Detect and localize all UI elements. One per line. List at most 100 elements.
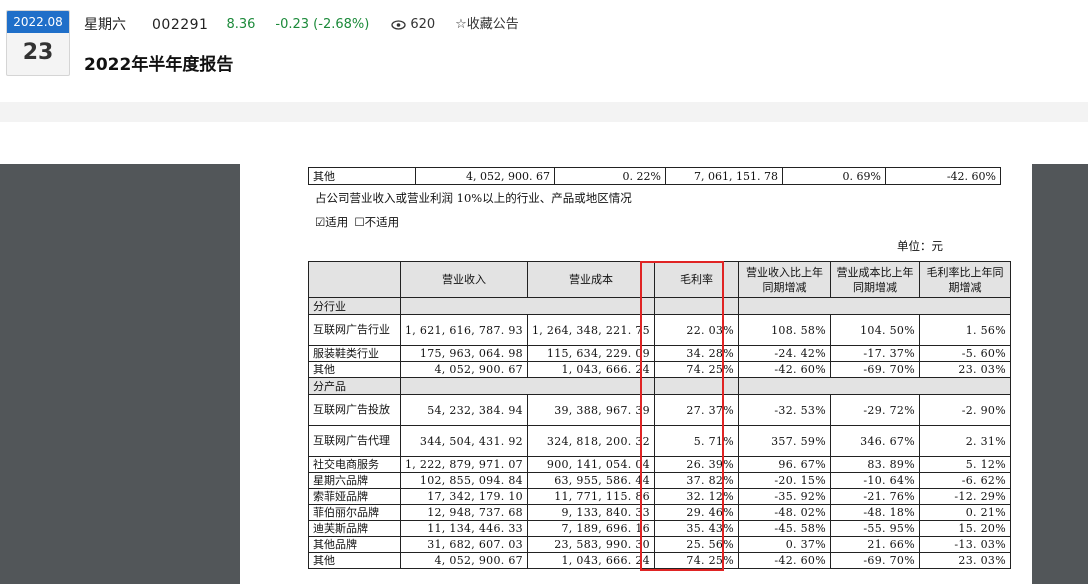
cell-rev-chg: 108. 58%	[737, 314, 831, 346]
date-month: 2022.08	[7, 11, 69, 33]
header-cell: 营业成本	[526, 261, 655, 298]
cell-margin-chg: 15. 20%	[918, 520, 1011, 537]
row-label: 互联网广告行业	[308, 314, 401, 346]
cell-revenue: 175, 963, 064. 98	[400, 345, 528, 362]
table-row: 互联网广告代理 344, 504, 431. 92 324, 818, 200. 3…	[308, 425, 1011, 457]
cell-revenue: 1, 621, 616, 787. 93	[400, 314, 528, 346]
table-row: 社交电商服务 1, 222, 879, 971. 07 900, 141, 054.…	[308, 456, 1011, 473]
applicable-option: ☑适用	[315, 215, 349, 229]
cell-margin: 37. 82%	[653, 472, 739, 489]
cell-margin: 29. 46%	[653, 504, 739, 521]
cell-revenue: 4, 052, 900. 67	[400, 552, 528, 569]
stock-price: 8.36	[226, 17, 256, 32]
row-label: 星期六品牌	[308, 472, 401, 489]
cell-margin-chg: -6. 62%	[918, 472, 1011, 489]
table-cell: 其他	[308, 167, 416, 185]
section-title: 分行业	[308, 297, 401, 315]
cell-margin-chg: 2. 31%	[918, 425, 1011, 457]
cell-rev-chg: -35. 92%	[737, 488, 831, 505]
cell-rev-chg: -45. 58%	[737, 520, 831, 537]
header-cell: 营业收入比上年同期增减	[737, 261, 831, 298]
report-title: 2022年半年度报告	[84, 55, 234, 75]
cell-cost: 1, 043, 666. 24	[526, 361, 655, 378]
cell-cost: 1, 264, 348, 221. 75	[526, 314, 655, 346]
cell-revenue: 344, 504, 431. 92	[400, 425, 528, 457]
section-fill	[400, 377, 655, 395]
cell-margin-chg: 23. 03%	[918, 361, 1011, 378]
view-count: 620	[391, 14, 435, 36]
cell-cost-chg: -48. 18%	[829, 504, 920, 521]
cell-cost-chg: -10. 64%	[829, 472, 920, 489]
cell-margin: 26. 39%	[653, 456, 739, 473]
header-cell	[308, 261, 401, 298]
stock-code-link[interactable]: 002291	[152, 14, 208, 36]
cell-cost-chg: 346. 67%	[829, 425, 920, 457]
cell-margin: 74. 25%	[653, 361, 739, 378]
cell-margin-chg: -2. 90%	[918, 394, 1011, 426]
cell-cost-chg: -21. 76%	[829, 488, 920, 505]
spacer	[0, 122, 1088, 164]
cell-cost: 324, 818, 200. 32	[526, 425, 655, 457]
cell-margin-chg: 0. 21%	[918, 504, 1011, 521]
cell-rev-chg: -42. 60%	[737, 361, 831, 378]
favorite-button[interactable]: ☆收藏公告	[455, 14, 519, 36]
cell-margin-chg: 5. 12%	[918, 456, 1011, 473]
row-label: 迪芙斯品牌	[308, 520, 401, 537]
revenue-table: 营业收入 营业成本 毛利率 营业收入比上年同期增减 营业成本比上年同期增减 毛利…	[308, 261, 1011, 569]
stock-meta-row: 星期六 002291 8.36 -0.23 (-2.68%) 620 ☆收藏公告	[84, 14, 519, 36]
cell-cost: 900, 141, 054. 04	[526, 456, 655, 473]
cell-margin: 35. 43%	[653, 520, 739, 537]
table-cell: -42. 60%	[885, 167, 1001, 185]
table-row: 菲伯丽尔品牌 12, 948, 737. 68 9, 133, 840. 33 29.…	[308, 504, 1011, 521]
table-cell: 7, 061, 151. 78	[665, 167, 783, 185]
section-note: 占公司营业收入或营业利润 10%以上的行业、产品或地区情况	[315, 191, 632, 205]
cell-revenue: 12, 948, 737. 68	[400, 504, 528, 521]
row-label: 其他	[308, 552, 401, 569]
cell-cost: 9, 133, 840. 33	[526, 504, 655, 521]
previous-table-tail: 其他 4, 052, 900. 67 0. 22% 7, 061, 151. 7…	[308, 167, 1001, 185]
applicability-row: ☑适用 ☐不适用	[315, 214, 405, 230]
cell-margin-chg: 23. 03%	[918, 552, 1011, 569]
table-row: 互联网广告行业 1, 621, 616, 787. 93 1, 264, 348, …	[308, 314, 1011, 346]
cell-cost-chg: -69. 70%	[829, 552, 920, 569]
cell-cost-chg: -69. 70%	[829, 361, 920, 378]
cell-margin: 5. 71%	[653, 425, 739, 457]
cell-margin: 34. 28%	[653, 345, 739, 362]
cell-margin-chg: -5. 60%	[918, 345, 1011, 362]
cell-revenue: 54, 232, 384. 94	[400, 394, 528, 426]
cell-cost-chg: 21. 66%	[829, 536, 920, 553]
cell-margin: 25. 56%	[653, 536, 739, 553]
table-row: 服装鞋类行业 175, 963, 064. 98 115, 634, 229. 09…	[308, 345, 1011, 362]
cell-cost-chg: -29. 72%	[829, 394, 920, 426]
row-label: 互联网广告投放	[308, 394, 401, 426]
stock-change: -0.23 (-2.68%)	[275, 17, 370, 32]
divider-band	[0, 102, 1088, 122]
cell-cost: 1, 043, 666. 24	[526, 552, 655, 569]
cell-margin-chg: -13. 03%	[918, 536, 1011, 553]
table-header-row: 营业收入 营业成本 毛利率 营业收入比上年同期增减 营业成本比上年同期增减 毛利…	[308, 261, 1011, 298]
pdf-page: 其他 4, 052, 900. 67 0. 22% 7, 061, 151. 7…	[240, 164, 1032, 584]
table-row: 迪芙斯品牌 11, 134, 446. 33 7, 189, 696. 16 35. …	[308, 520, 1011, 537]
header-cell: 营业收入	[400, 261, 528, 298]
section-row: 分产品	[308, 377, 1011, 395]
table-row: 互联网广告投放 54, 232, 384. 94 39, 388, 967. 39 2…	[308, 394, 1011, 426]
unit-label: 单位：元	[897, 239, 943, 253]
table-row: 星期六品牌 102, 855, 094. 84 63, 955, 586. 44 37…	[308, 472, 1011, 489]
cell-margin-chg: -12. 29%	[918, 488, 1011, 505]
cell-rev-chg: -32. 53%	[737, 394, 831, 426]
cell-margin: 74. 25%	[653, 552, 739, 569]
table-row: 其他 4, 052, 900. 67 1, 043, 666. 24 74. 25% -…	[308, 361, 1011, 378]
table-cell: 0. 22%	[554, 167, 666, 185]
cell-rev-chg: -42. 60%	[737, 552, 831, 569]
cell-cost: 115, 634, 229. 09	[526, 345, 655, 362]
section-title: 分产品	[308, 377, 401, 395]
not-applicable-option: ☐不适用	[354, 215, 400, 229]
row-label: 社交电商服务	[308, 456, 401, 473]
cell-rev-chg: 96. 67%	[737, 456, 831, 473]
announcement-header: 2022.08 23 星期六 002291 8.36 -0.23 (-2.68%…	[0, 0, 1088, 102]
row-label: 服装鞋类行业	[308, 345, 401, 362]
stock-name-link[interactable]: 星期六	[84, 14, 126, 36]
row-label: 索菲娅品牌	[308, 488, 401, 505]
cell-margin: 27. 37%	[653, 394, 739, 426]
section-fill	[737, 377, 1011, 395]
